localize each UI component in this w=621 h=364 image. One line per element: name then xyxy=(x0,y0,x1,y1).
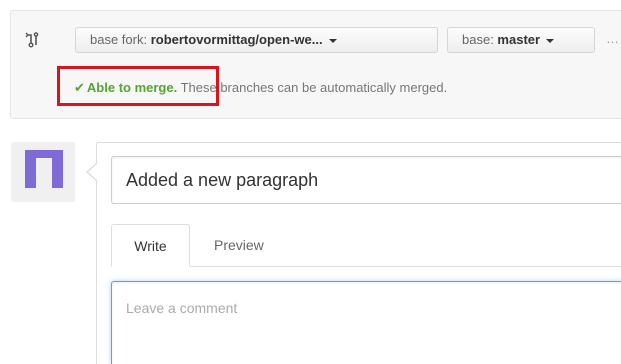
comment-textarea[interactable] xyxy=(111,281,621,364)
annotation-highlight-box xyxy=(57,66,219,106)
caret-down-icon xyxy=(546,38,555,43)
base-fork-prefix: base fork: xyxy=(90,32,151,47)
base-fork-select[interactable]: base fork: robertovormittag/open-we... xyxy=(75,27,438,53)
base-fork-value: robertovormittag/open-we... xyxy=(150,32,323,47)
more-ranges-ellipsis[interactable]: … xyxy=(606,27,619,51)
caret-down-icon xyxy=(328,38,337,43)
pull-request-compare-page: base fork: robertovormittag/open-we... b… xyxy=(0,0,621,364)
base-branch-value: master xyxy=(497,32,541,47)
base-branch-select[interactable]: base: master xyxy=(447,27,595,53)
base-branch-prefix: base: xyxy=(462,32,498,47)
form-pointer-arrow-inner xyxy=(88,164,97,180)
avatar[interactable] xyxy=(25,150,63,188)
git-compare-icon xyxy=(25,32,39,48)
tab-preview[interactable]: Preview xyxy=(200,224,278,267)
pull-request-title-input[interactable] xyxy=(111,156,621,204)
tab-write[interactable]: Write xyxy=(111,224,190,267)
